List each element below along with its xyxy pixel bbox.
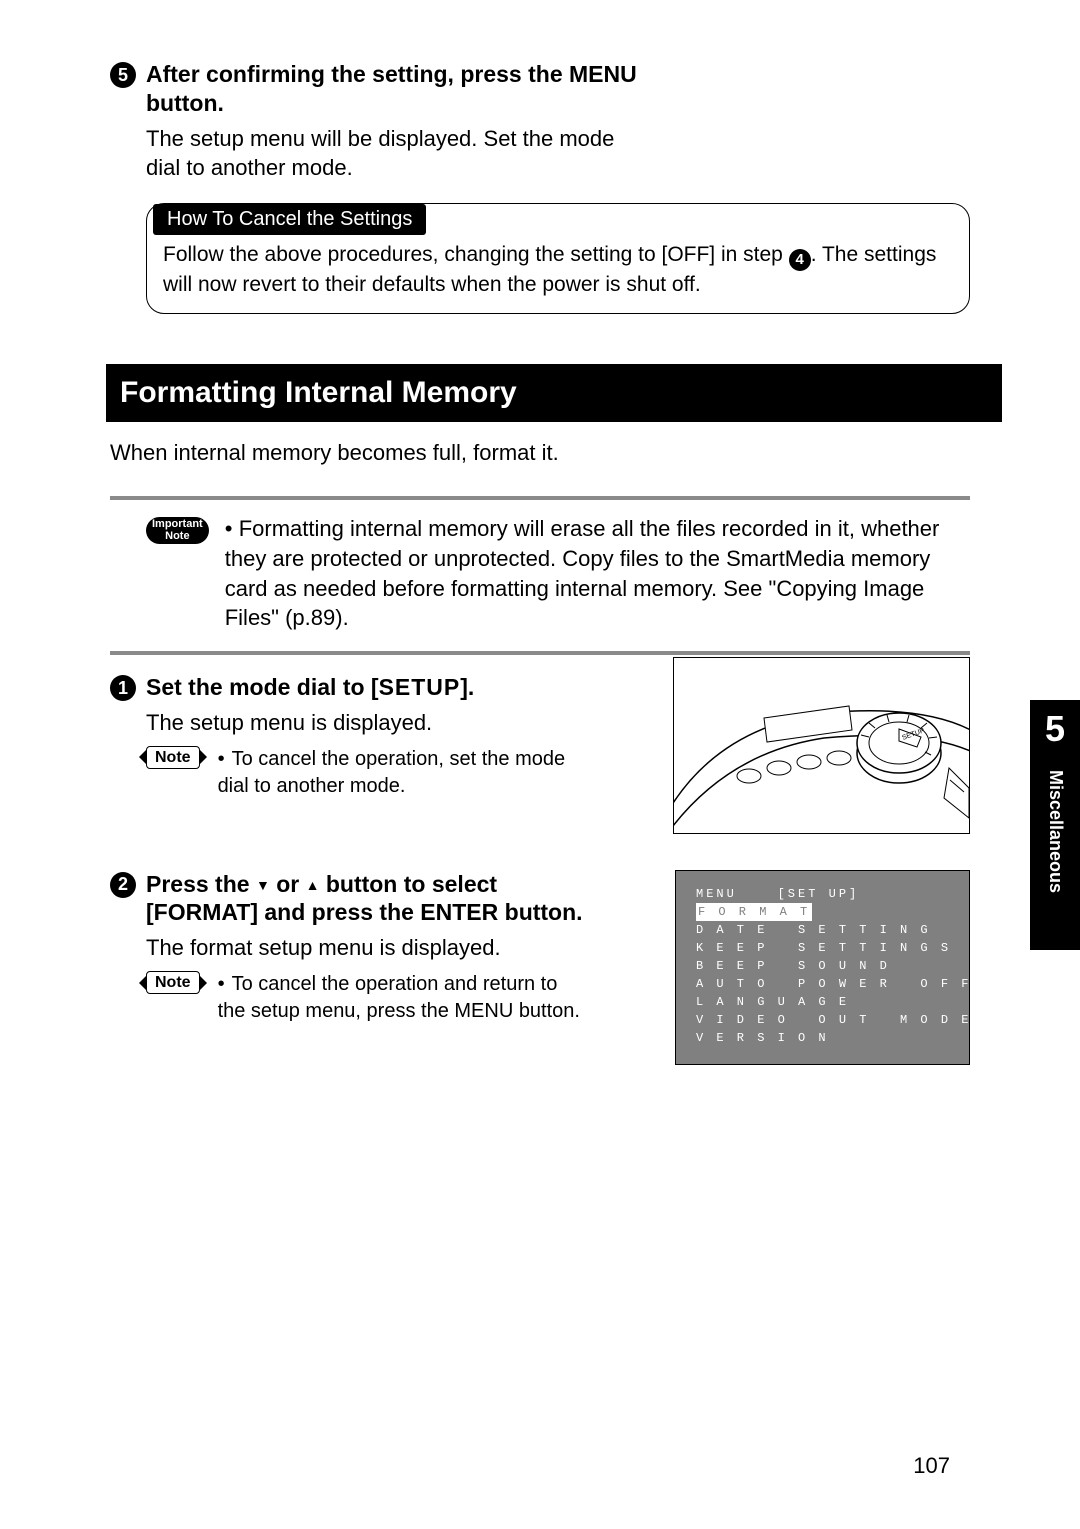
lcd-row: B E E P S O U N D :ON: [696, 957, 949, 975]
down-triangle-icon: ▼: [256, 877, 270, 893]
lcd-screen: MENU [SET UP] F O R M A TD A T E S E T T…: [675, 870, 970, 1065]
setup-mode-label: SETUP: [379, 674, 461, 700]
step-2: 2 Press the ▼ or ▲ button to select [FOR…: [110, 870, 583, 928]
cancel-settings-text: Follow the above procedures, changing th…: [163, 241, 953, 299]
step-1-note-inner: To cancel the operation, set the mode di…: [218, 748, 566, 797]
step-1-body: The setup menu is displayed.: [146, 708, 583, 738]
chapter-number: 5: [1030, 708, 1080, 750]
divider-bottom: [110, 651, 970, 655]
up-triangle-icon: ▲: [306, 877, 320, 893]
lcd-menu-header: MENU [SET UP]: [696, 885, 949, 903]
chapter-tab: 5 Miscellaneous: [1030, 700, 1080, 950]
step-2-note-inner: To cancel the operation and return to th…: [218, 973, 580, 1022]
important-note-text: •Formatting internal memory will erase a…: [225, 514, 968, 633]
step-2-title-b: or: [270, 871, 306, 897]
step-2-title-a: Press the: [146, 871, 256, 897]
inline-step-4-icon: 4: [789, 249, 811, 271]
intro-text: When internal memory becomes full, forma…: [110, 440, 970, 466]
cancel-text-a: Follow the above procedures, changing th…: [163, 243, 789, 266]
step-1-note-text: •To cancel the operation, set the mode d…: [218, 746, 583, 800]
step-1-title: Set the mode dial to [SETUP].: [146, 673, 474, 702]
important-note-block: Important Note •Formatting internal memo…: [110, 500, 970, 651]
page-number: 107: [913, 1453, 950, 1479]
step-1-title-a: Set the mode dial to [: [146, 674, 379, 700]
step-5-number-icon: 5: [110, 62, 136, 88]
lcd-row: K E E P S E T T I N G S: [696, 939, 949, 957]
cancel-settings-box: How To Cancel the Settings Follow the ab…: [146, 203, 970, 314]
important-note-icon: Important Note: [146, 517, 209, 544]
lcd-row: V I D E O O U T M O D E :NTSC: [696, 1011, 949, 1029]
step-2-title: Press the ▼ or ▲ button to select [FORMA…: [146, 870, 583, 928]
step-5-title: After confirming the setting, press the …: [146, 60, 646, 118]
step-1: 1 Set the mode dial to [SETUP].: [110, 673, 583, 702]
step-2-body: The format setup menu is displayed.: [146, 933, 583, 963]
note-icon: Note: [146, 746, 200, 770]
lcd-row: F O R M A T: [696, 903, 949, 921]
lcd-row: D A T E S E T T I N G :1999/1/1: [696, 921, 949, 939]
chapter-label: Miscellaneous: [1045, 770, 1066, 893]
lcd-row: A U T O P O W E R O F F :ON: [696, 975, 949, 993]
step-1-title-b: ].: [460, 674, 474, 700]
step-2-note-text: •To cancel the operation and return to t…: [218, 971, 583, 1025]
important-text: Formatting internal memory will erase al…: [225, 516, 940, 630]
step-2-number-icon: 2: [110, 872, 136, 898]
lcd-row: V E R S I O N: [696, 1029, 949, 1047]
step-2-note: Note •To cancel the operation and return…: [146, 971, 583, 1025]
lcd-footer: SEL.:ENTER: [696, 1061, 949, 1079]
step-5: 5 After confirming the setting, press th…: [110, 60, 970, 118]
lcd-row: L A N G U A G E :ENGLISH: [696, 993, 949, 1011]
step-1-number-icon: 1: [110, 675, 136, 701]
important-label-bottom: Note: [152, 531, 203, 543]
cancel-settings-heading: How To Cancel the Settings: [153, 204, 426, 235]
step-1-note: Note •To cancel the operation, set the m…: [146, 746, 583, 800]
section-heading: Formatting Internal Memory: [106, 364, 1002, 422]
camera-illustration: SETUP: [673, 657, 970, 834]
step-5-body: The setup menu will be displayed. Set th…: [146, 124, 646, 183]
note-icon: Note: [146, 971, 200, 995]
